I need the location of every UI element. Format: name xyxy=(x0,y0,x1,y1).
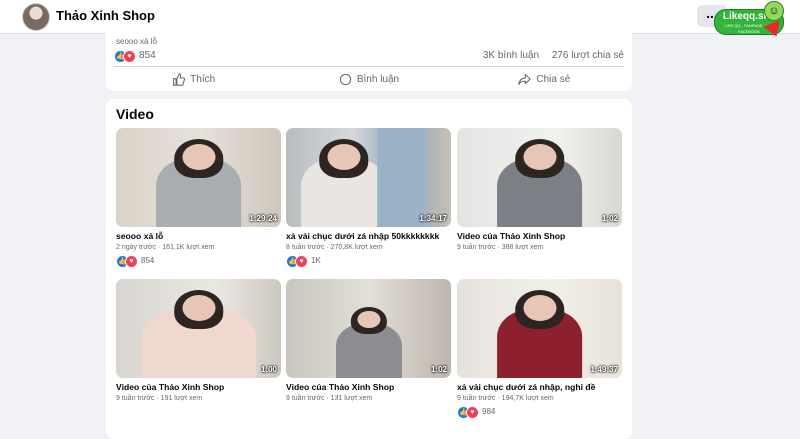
post-card: seooo xả lỗ 👍 ♥ 854 3K bình luận 276 lượ… xyxy=(106,33,632,91)
thumbs-up-icon xyxy=(173,72,186,86)
video-meta: 9 tuần trước · 194,7K lượt xem xyxy=(457,395,554,402)
top-bar: Thảo Xinh Shop ... xyxy=(0,0,800,34)
thumbnail-jeans xyxy=(376,128,427,227)
page-name[interactable]: Thảo Xinh Shop xyxy=(56,8,155,23)
share-button[interactable]: Chia sẻ xyxy=(457,69,632,89)
comment-button[interactable]: Bình luận xyxy=(281,69,456,89)
video-item[interactable]: 1:49:37 xả vải chục dưới zá nhập, nghỉ đ… xyxy=(457,279,622,419)
video-item[interactable]: 1:34:17 xả vải chục dưới zá nhập 50kkkkk… xyxy=(286,128,451,268)
page-avatar[interactable] xyxy=(22,3,50,31)
post-reaction-icons[interactable]: 👍 ♥ xyxy=(114,50,136,63)
video-duration: 1:34:17 xyxy=(419,214,447,223)
video-thumbnail[interactable]: 1:02 xyxy=(457,128,622,227)
divider xyxy=(114,66,624,67)
thumbnail-face xyxy=(523,143,556,170)
comment-label: Bình luận xyxy=(356,73,400,85)
smiley-icon: ☺ xyxy=(764,1,784,21)
video-duration: 1:29:24 xyxy=(249,214,277,223)
love-reaction-icon: ♥ xyxy=(466,406,479,419)
video-reaction-count: 984 xyxy=(482,407,496,416)
thumbnail-face xyxy=(327,143,361,170)
video-meta: 9 tuần trước · 131 lượt xem xyxy=(286,395,373,402)
video-thumbnail[interactable]: 1:00 xyxy=(116,279,281,378)
video-title[interactable]: seooo xả lỗ xyxy=(116,231,281,241)
thumbnail-face xyxy=(182,143,215,170)
video-title[interactable]: Video của Thảo Xinh Shop xyxy=(116,382,281,392)
like-label: Thích xyxy=(190,73,216,85)
video-meta: 9 tuần trước · 388 lượt xem xyxy=(457,244,544,251)
video-title[interactable]: xả vải chục dưới zá nhập 50kkkkkkkk xyxy=(286,231,451,241)
share-icon xyxy=(518,73,532,85)
comment-icon xyxy=(339,73,352,85)
video-meta: 9 tuần trước · 191 lượt xem xyxy=(116,395,203,402)
video-duration: 1:49:37 xyxy=(590,365,618,374)
like-button[interactable]: Thích xyxy=(106,69,281,89)
video-thumbnail[interactable]: 1:34:17 xyxy=(286,128,451,227)
video-thumbnail[interactable]: 1:49:37 xyxy=(457,279,622,378)
video-reactions[interactable]: 👍 ♥ 854 xyxy=(116,255,281,268)
post-actions: Thích Bình luận Chia sẻ xyxy=(106,69,632,89)
video-meta: 8 tuần trước · 270,8K lượt xem xyxy=(286,244,383,251)
share-label: Chia sẻ xyxy=(536,73,571,85)
video-title[interactable]: xả vải chục dưới zá nhập, nghỉ đề xyxy=(457,382,622,392)
video-title[interactable]: Video của Thảo Xinh Shop xyxy=(457,231,622,241)
comment-count[interactable]: 3K bình luận xyxy=(483,50,539,61)
love-reaction-icon: ♥ xyxy=(123,50,136,63)
love-reaction-icon: ♥ xyxy=(125,255,138,268)
post-caption: seooo xả lỗ xyxy=(116,37,157,46)
video-item[interactable]: 1:29:24 seooo xả lỗ 2 ngày trước · 161,1… xyxy=(116,128,281,268)
video-reactions[interactable]: 👍 ♥ 1K xyxy=(286,255,451,268)
thumbnail-face xyxy=(523,294,556,321)
video-thumbnail[interactable]: 1:29:24 xyxy=(116,128,281,227)
video-section-heading: Video xyxy=(116,106,154,122)
thumbnail-face xyxy=(182,294,215,321)
video-duration: 1:02 xyxy=(601,214,618,223)
video-item[interactable]: 1:02 Video của Thảo Xinh Shop 9 tuần trư… xyxy=(457,128,622,251)
video-reaction-count: 854 xyxy=(141,256,155,265)
video-section: Video 1:29:24 seooo xả lỗ 2 ngày trước ·… xyxy=(106,99,632,439)
thumbnail-face xyxy=(356,310,381,329)
video-meta: 2 ngày trước · 161,1K lượt xem xyxy=(116,244,215,251)
post-reaction-count[interactable]: 854 xyxy=(139,50,156,61)
post-stats: 3K bình luận 276 lượt chia sẻ xyxy=(473,50,624,61)
video-duration: 1:00 xyxy=(260,365,277,374)
video-item[interactable]: 1:02 Video của Thảo Xinh Shop 9 tuần trư… xyxy=(286,279,451,402)
video-duration: 1:02 xyxy=(430,365,447,374)
love-reaction-icon: ♥ xyxy=(295,255,308,268)
video-thumbnail[interactable]: 1:02 xyxy=(286,279,451,378)
video-reactions[interactable]: 👍 ♥ 984 xyxy=(457,406,622,419)
video-item[interactable]: 1:00 Video của Thảo Xinh Shop 9 tuần trư… xyxy=(116,279,281,402)
video-title[interactable]: Video của Thảo Xinh Shop xyxy=(286,382,451,392)
video-reaction-count: 1K xyxy=(311,256,321,265)
share-count[interactable]: 276 lượt chia sẻ xyxy=(552,50,624,61)
